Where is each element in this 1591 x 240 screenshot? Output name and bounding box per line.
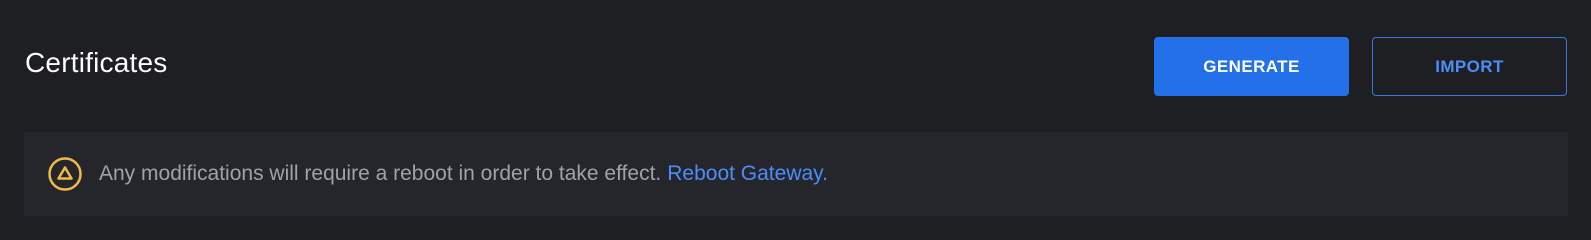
reboot-warning-banner: Any modifications will require a reboot …	[24, 132, 1568, 216]
import-button[interactable]: IMPORT	[1372, 37, 1567, 96]
banner-message: Any modifications will require a reboot …	[99, 162, 662, 185]
certificates-page: Certificates GENERATE IMPORT Any modific…	[0, 0, 1591, 236]
banner-text: Any modifications will require a reboot …	[99, 162, 828, 186]
warning-triangle-icon	[47, 156, 83, 192]
reboot-gateway-link[interactable]: Reboot Gateway.	[667, 162, 828, 185]
generate-button[interactable]: GENERATE	[1154, 37, 1349, 96]
page-title: Certificates	[25, 47, 168, 78]
